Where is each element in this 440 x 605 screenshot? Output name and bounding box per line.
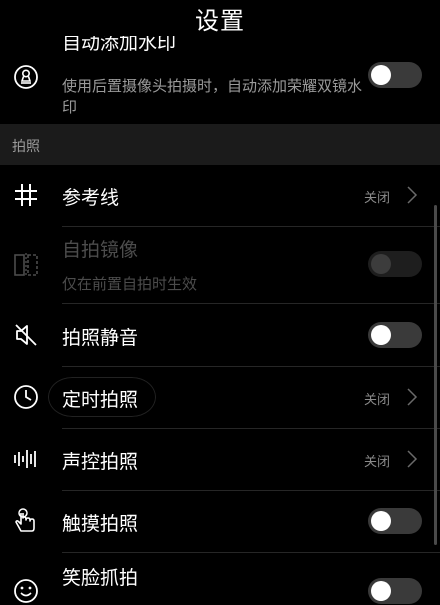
scrollbar[interactable] (434, 205, 437, 545)
setting-label: 自拍镜像 (62, 239, 139, 261)
toggle-knob (371, 511, 391, 531)
setting-watermark[interactable]: 自动添加水印 使用后置摄像头拍摄时，自动添加荣耀双镜水印 (0, 32, 440, 126)
voice-wave-icon (12, 445, 40, 473)
setting-description: 使用后置摄像头拍摄时，自动添加荣耀双镜水印 (62, 77, 363, 116)
selfie-mirror-toggle[interactable] (368, 251, 422, 277)
chevron-right-icon (406, 185, 418, 205)
mute-icon (12, 321, 40, 349)
page-title: 设置 (195, 6, 245, 35)
setting-value: 关闭 (363, 455, 390, 470)
setting-voice-capture[interactable]: 声控拍照 关闭 (0, 429, 440, 490)
setting-smile-capture[interactable]: 笑脸抓拍 (0, 553, 440, 604)
setting-mute-shutter[interactable]: 拍照静音 (0, 304, 440, 366)
touch-icon (12, 507, 40, 535)
timer-icon (12, 383, 40, 411)
mute-shutter-toggle[interactable] (368, 322, 422, 348)
setting-value: 关闭 (363, 191, 390, 206)
smile-capture-toggle[interactable] (368, 578, 422, 604)
touch-capture-toggle[interactable] (368, 508, 422, 534)
watermark-toggle[interactable] (368, 62, 422, 88)
watermark-icon (12, 63, 40, 91)
chevron-right-icon (406, 449, 418, 469)
setting-description: 仅在前置自拍时生效 (62, 275, 198, 293)
setting-gridlines[interactable]: 参考线 关闭 (0, 165, 440, 226)
toggle-knob (371, 325, 391, 345)
grid-icon (12, 181, 40, 209)
toggle-knob (371, 254, 391, 274)
setting-value: 关闭 (363, 393, 390, 408)
setting-touch-capture[interactable]: 触摸拍照 (0, 491, 440, 552)
section-header: 拍照 (0, 124, 440, 165)
chevron-right-icon (406, 387, 418, 407)
mirror-icon (12, 251, 40, 279)
setting-label: 声控拍照 (62, 451, 139, 473)
setting-label: 触摸拍照 (62, 513, 139, 535)
highlight-circle (46, 375, 158, 419)
app-header: 设置 (0, 0, 440, 36)
section-label: 拍照 (12, 139, 40, 155)
toggle-knob (371, 65, 391, 85)
setting-label: 笑脸抓拍 (62, 567, 139, 589)
toggle-knob (371, 581, 391, 601)
setting-selfie-mirror[interactable]: 自拍镜像 仅在前置自拍时生效 (0, 227, 440, 303)
setting-label: 拍照静音 (62, 327, 139, 349)
setting-label: 参考线 (62, 187, 120, 209)
